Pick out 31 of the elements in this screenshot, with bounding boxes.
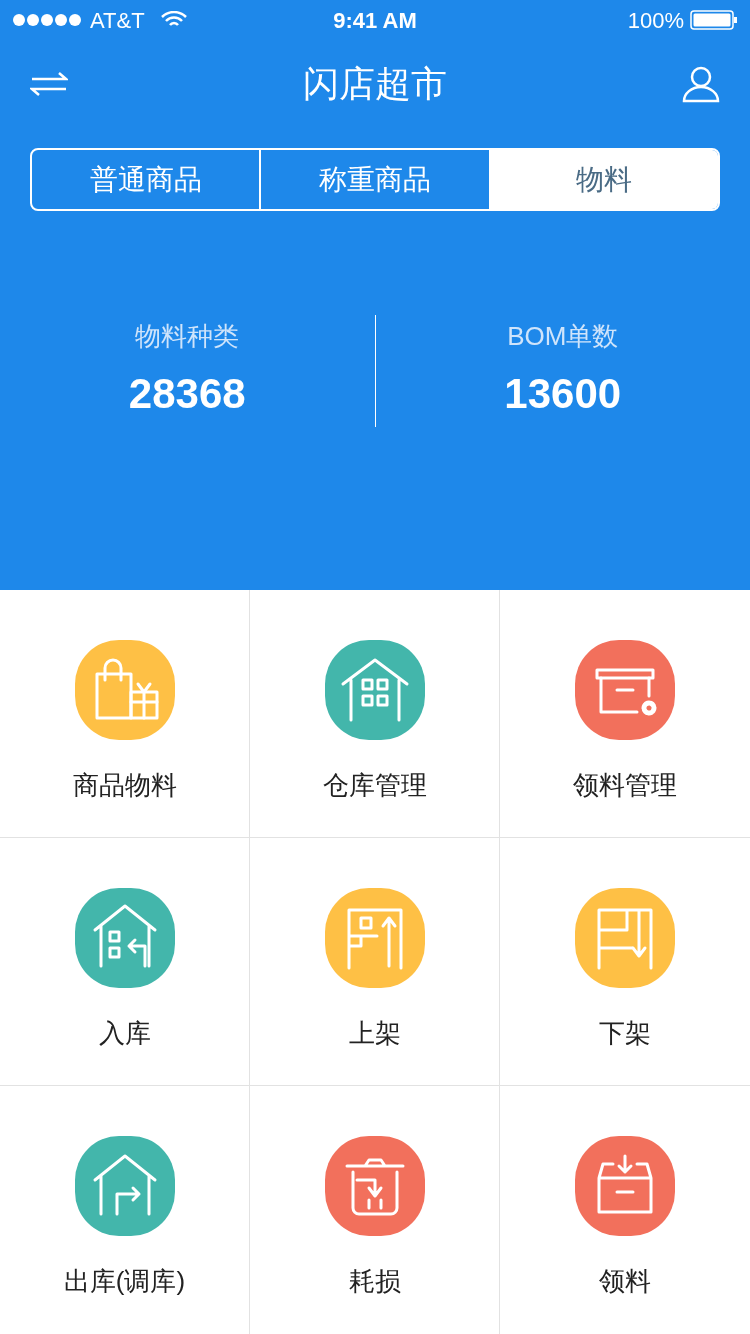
menu-item[interactable]: 上架 xyxy=(250,838,500,1086)
menu-item[interactable]: 领料管理 xyxy=(500,590,750,838)
page-title: 闪店超市 xyxy=(302,62,448,106)
tab[interactable]: 普通商品 xyxy=(32,150,260,209)
menu-label: 领料管理 xyxy=(573,769,677,802)
menu-item[interactable]: 入库 xyxy=(0,838,250,1086)
menu-label: 耗损 xyxy=(348,1265,401,1298)
menu-item[interactable]: 商品物料 xyxy=(0,590,250,838)
battery-icon xyxy=(690,10,738,30)
tab[interactable]: 物料 xyxy=(488,150,718,209)
menu-label: 上架 xyxy=(348,1017,401,1050)
clock-time: 9:41 AM xyxy=(333,6,417,35)
user-icon[interactable] xyxy=(680,64,720,104)
menu-item[interactable]: 仓库管理 xyxy=(250,590,500,838)
menu-item[interactable]: 下架 xyxy=(500,838,750,1086)
stat-value: 28368 xyxy=(128,369,246,419)
menu-item[interactable]: 耗损 xyxy=(250,1086,500,1334)
menu-item[interactable]: 领料 xyxy=(500,1086,750,1334)
menu-label: 下架 xyxy=(599,1017,651,1050)
stat-value: 13600 xyxy=(504,369,622,419)
stat-label: 物料种类 xyxy=(135,320,240,353)
stat-label: BOM单数 xyxy=(507,320,619,353)
menu-label: 领料 xyxy=(599,1265,651,1298)
battery-percent: 100% xyxy=(627,6,684,35)
menu-label: 入库 xyxy=(98,1017,151,1050)
menu-label: 仓库管理 xyxy=(322,769,427,802)
signal-icon xyxy=(12,13,82,27)
menu-label: 出库(调库) xyxy=(63,1265,186,1298)
menu-item[interactable]: 出库(调库) xyxy=(0,1086,250,1334)
menu-label: 商品物料 xyxy=(72,769,177,802)
carrier-name: AT&T xyxy=(90,6,145,35)
